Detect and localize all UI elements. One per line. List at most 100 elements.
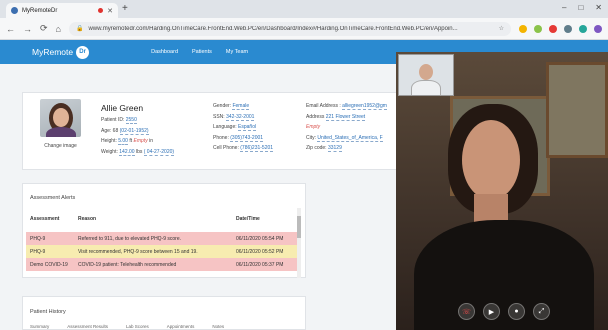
minimize-icon[interactable]: – <box>562 3 566 12</box>
end-call-icon[interactable]: ☏ <box>458 303 475 320</box>
height-unit-in: in <box>149 138 153 144</box>
star-icon[interactable]: ☆ <box>499 25 504 32</box>
weight-unit: lbs <box>135 148 143 155</box>
patient-info-col3: Email Address : alliegreen1952@gm Addres… <box>306 101 387 154</box>
column-header: Assessment <box>30 216 60 222</box>
reload-icon[interactable]: ⟳ <box>40 23 48 34</box>
extensions <box>519 24 602 33</box>
tab-appointments[interactable]: Appointments <box>167 324 195 329</box>
height-unit: ft <box>129 138 133 144</box>
table-row[interactable]: PHQ-9 Visit recommended, PHQ-9 score bet… <box>26 245 299 258</box>
height-ft[interactable]: 5.00 <box>118 138 128 145</box>
assessment-alerts-panel: Assessment Alerts Assessment Reason Date… <box>22 183 306 278</box>
address-bar: ← → ⟳ ⌂ 🔒 www.myremotedr.com/Harding.OnT… <box>0 18 608 40</box>
cell-phone[interactable]: (786)231-5201 <box>240 145 274 152</box>
close-window-icon[interactable]: ✕ <box>595 3 602 12</box>
tab-lab-scores[interactable]: Lab Scores <box>126 324 149 329</box>
phone[interactable]: (305)743-2001 <box>230 134 264 142</box>
tab-summary[interactable]: Summary <box>30 324 49 329</box>
app-logo[interactable]: MyRemote Dr <box>32 45 90 59</box>
assessment-cell: Demo COVID-19 <box>30 262 68 268</box>
browser-tab[interactable]: MyRemoteDr ✕ <box>6 3 118 18</box>
recording-indicator-icon <box>98 8 104 13</box>
assessment-cell: PHQ-9 <box>30 249 46 255</box>
table-row[interactable]: Demo COVID-19 COVID-19 patient: Teleheal… <box>26 258 299 271</box>
address-label: Address <box>306 113 325 120</box>
weight[interactable]: 142.00 <box>119 148 135 156</box>
email-label: Email Address : <box>306 103 341 109</box>
weight-label: Weight: <box>101 148 118 155</box>
nav-patients[interactable]: Patients <box>192 49 212 55</box>
new-tab-icon[interactable]: + <box>122 3 128 14</box>
email[interactable]: alliegreen1952@gm <box>342 103 387 110</box>
dob[interactable]: (02-01-1952) <box>119 127 149 135</box>
tab-notes[interactable]: Notes <box>212 324 224 329</box>
datetime-cell: 06/11/2020 05:54 PM <box>236 236 284 242</box>
city[interactable]: United_States_of_America, F <box>317 134 383 142</box>
cell-label: Cell Phone: <box>213 145 239 151</box>
url-text: www.myremotedr.com/Harding.OnTimeCare.Fr… <box>88 25 458 32</box>
column-header: Date/Time <box>236 216 260 222</box>
scrollbar[interactable] <box>297 208 301 278</box>
profile-avatar-icon[interactable] <box>594 24 602 33</box>
ssn[interactable]: 342-32-2001 <box>226 113 255 121</box>
call-controls: ☏ ▶ ● ⤢ <box>458 303 550 320</box>
extension-icon[interactable] <box>579 24 587 33</box>
url-field[interactable]: 🔒 www.myremotedr.com/Harding.OnTimeCare.… <box>68 21 511 36</box>
forward-icon[interactable]: → <box>23 24 32 34</box>
patient-photo <box>40 99 81 137</box>
column-header: Reason <box>78 216 97 222</box>
patient-card: Change image Allie Green Patient ID: 255… <box>22 92 402 170</box>
change-image-link[interactable]: Change image <box>37 143 84 149</box>
city-label: City: <box>306 134 316 141</box>
zip-code[interactable]: 33129 <box>327 145 342 152</box>
tab-assessment-results[interactable]: Assessment Results <box>67 324 108 329</box>
patient-name: Allie Green <box>101 103 144 113</box>
address[interactable]: 221 Flower Street <box>325 113 366 121</box>
panel-title: Patient History <box>30 309 66 315</box>
age-label: Age: 68 <box>101 127 119 134</box>
height-in[interactable]: Empty <box>134 138 148 144</box>
reason-cell: COVID-19 patient: Telehealth recommended <box>78 262 177 268</box>
table-row[interactable]: PHQ-9 Referred to 911, due to elevated P… <box>26 232 299 245</box>
reason-cell: Referred to 911, due to elevated PHQ-9 s… <box>78 236 182 242</box>
patient-info-col1: Patient ID: 2550 Age: 68 (02-01-1952) He… <box>101 115 175 157</box>
datetime-cell: 06/11/2020 05:37 PM <box>236 262 284 268</box>
zip-label: Zip code: <box>306 145 327 151</box>
expand-icon[interactable]: ⤢ <box>533 303 550 320</box>
patient-id[interactable]: 2550 <box>125 117 137 124</box>
home-icon[interactable]: ⌂ <box>56 24 61 34</box>
back-icon[interactable]: ← <box>6 24 15 34</box>
camera-icon[interactable]: ▶ <box>483 303 500 320</box>
wall-picture <box>546 62 608 158</box>
address2[interactable]: Empty <box>306 124 320 130</box>
extension-icon[interactable] <box>564 24 572 33</box>
nav-dashboard[interactable]: Dashboard <box>151 49 178 55</box>
logo-text: MyRemote <box>32 47 74 57</box>
window-controls: – □ ✕ <box>562 3 602 12</box>
patient-id-label: Patient ID: <box>101 117 125 123</box>
close-tab-icon[interactable]: ✕ <box>107 7 113 15</box>
patient-info-col2: Gender: Female SSN: 342-32-2001 Language… <box>213 101 274 154</box>
extension-icon[interactable] <box>534 24 542 33</box>
language[interactable]: Español <box>238 124 257 131</box>
maximize-icon[interactable]: □ <box>578 3 583 12</box>
phone-label: Phone: <box>213 134 229 141</box>
gender[interactable]: Female <box>232 103 250 110</box>
scrollbar-thumb[interactable] <box>297 216 301 238</box>
panel-title: Assessment Alerts <box>30 195 76 201</box>
logo-badge: Dr <box>76 45 90 59</box>
extension-icon[interactable] <box>519 24 527 33</box>
datetime-cell: 06/11/2020 05:52 PM <box>236 249 284 255</box>
microphone-icon[interactable]: ● <box>508 303 525 320</box>
nav-my-team[interactable]: My Team <box>226 49 248 55</box>
extension-icon[interactable] <box>549 24 557 33</box>
site-favicon-icon <box>11 7 18 14</box>
assessment-cell: PHQ-9 <box>30 236 46 242</box>
weight-date[interactable]: ( 04-27-2020) <box>143 148 175 156</box>
language-label: Language: <box>213 124 237 130</box>
height-label: Height: <box>101 138 117 144</box>
self-view[interactable] <box>398 54 454 96</box>
patient-history-panel: Patient History Summary Assessment Resul… <box>22 296 306 330</box>
ssn-label: SSN: <box>213 113 225 120</box>
